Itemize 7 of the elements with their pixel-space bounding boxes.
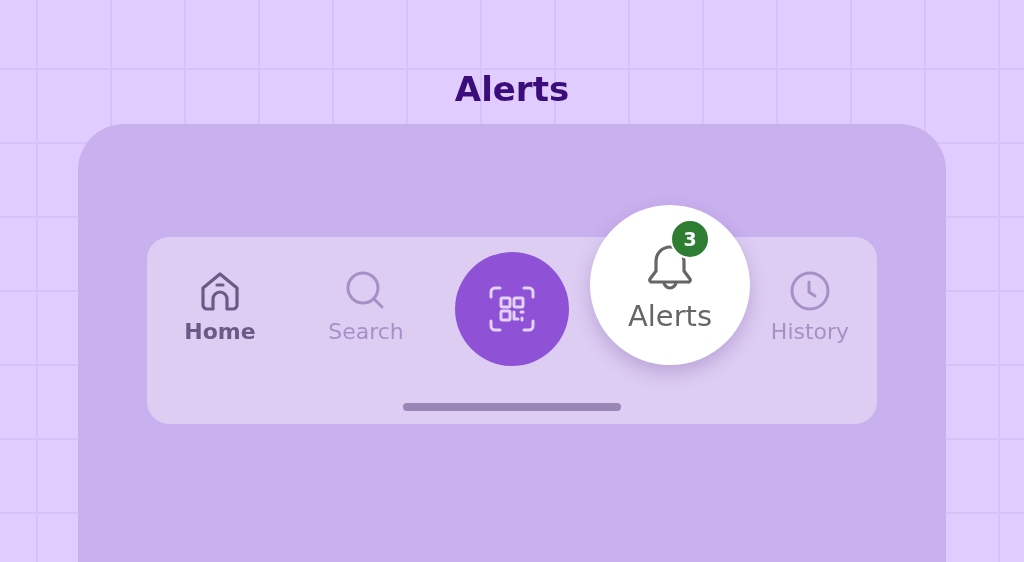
clock-icon <box>788 269 832 313</box>
page-title: Alerts <box>454 68 570 110</box>
qr-code-icon <box>489 286 535 332</box>
count-badge: 3 <box>670 219 710 259</box>
nav-tab[interactable]: Home <box>184 269 256 344</box>
home-icon <box>198 269 242 313</box>
nav-tab[interactable]: Alerts 3 <box>590 205 750 365</box>
